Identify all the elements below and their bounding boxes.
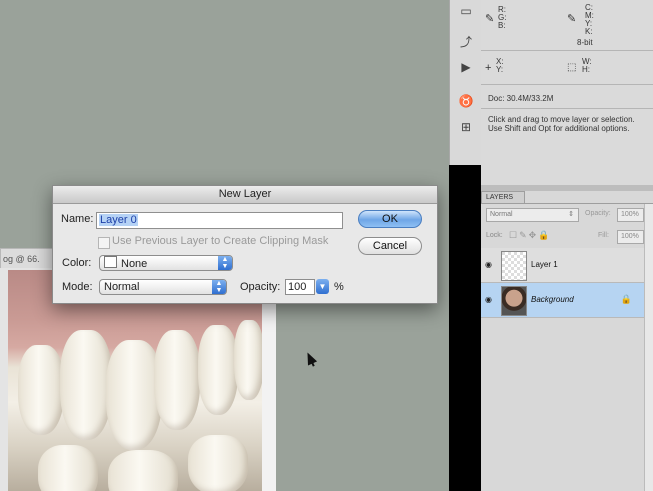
opacity-label: Opacity: [240,281,281,293]
opacity-unit: % [334,281,344,293]
eye-icon[interactable]: ◉ [485,295,492,304]
layer-thumbnail [501,286,527,316]
chevron-updown-icon: ▲ ▼ [212,280,226,294]
layer-name: Layer 1 [531,260,558,269]
layer-thumbnail [501,251,527,281]
layer-name: Background [531,295,574,304]
history-icon[interactable]: ⤴ [456,32,476,50]
opacity-slider-button[interactable]: ▼ [316,279,329,294]
crosshair-icon: + [485,62,492,74]
color-swatch-icon [104,256,117,268]
eyedropper-cmyk-icon: ✎ [567,13,577,25]
layer-fill-field[interactable]: 100% [617,230,644,244]
actions-icon[interactable]: ▶ [456,58,476,76]
mode-label: Mode: [62,281,93,293]
layers-panel: LAYERS Normal ⇕ Opacity: 100% Lock: ☐✎✥🔒 … [481,191,653,491]
dialog-title: New Layer [53,186,437,204]
doc-size: Doc: 30.4M/33.2M [488,94,554,103]
cancel-button[interactable]: Cancel [358,237,422,255]
color-select[interactable]: None ▲ ▼ [99,255,233,271]
styles-icon[interactable]: ♉ [456,92,476,110]
wh-readout: W: H: [582,57,592,74]
opacity-input[interactable]: 100 [285,279,315,295]
color-label: Color: [62,257,92,269]
blend-mode-select[interactable]: Normal ⇕ [486,208,579,222]
layer-name-input[interactable]: Layer 0 [96,212,343,229]
xy-readout: X: Y: [496,57,504,74]
opacity-label: Opacity: [585,210,611,217]
new-layer-dialog: New Layer Name: Layer 0 Use Previous Lay… [52,185,438,304]
rgb-readout: R: G: B: [498,5,507,30]
mode-select[interactable]: Normal ▲ ▼ [99,279,227,295]
eyedropper-icon: ✎ [485,13,495,25]
clipping-mask-checkbox[interactable] [98,237,110,249]
lock-icon: 🔒 [620,294,632,304]
layer-comps-icon[interactable]: ⊞ [456,118,476,136]
lock-icons[interactable]: ☐✎✥🔒 [509,230,551,241]
panel-icon-strip: ▭ ⤴ ▶ ♉ ⊞ [449,0,483,165]
marquee-icon: ⬚ [567,62,577,73]
layer-row-background[interactable]: ◉ Background 🔒 [481,283,644,318]
bit-depth: 8-bit [577,38,593,47]
layers-scrollbar[interactable] [644,204,653,491]
info-panel: ✎ R: G: B: ✎ C: M: Y: K: 8-bit + X: Y: ⬚… [481,0,653,185]
name-label: Name: [61,213,94,225]
lock-label: Lock: [486,232,503,239]
eye-icon[interactable]: ◉ [485,260,492,269]
layer-opacity-field[interactable]: 100% [617,208,644,222]
cmyk-readout: C: M: Y: K: [585,3,594,36]
fill-label: Fill: [598,232,609,239]
clipping-mask-label: Use Previous Layer to Create Clipping Ma… [112,235,329,247]
tool-hint: Click and drag to move layer or selectio… [488,115,635,133]
ok-button[interactable]: OK [358,210,422,228]
chevron-updown-icon: ▲ ▼ [218,256,232,270]
layer-row-layer-1[interactable]: ◉ Layer 1 [481,248,644,283]
histogram-icon[interactable]: ▭ [456,2,476,20]
